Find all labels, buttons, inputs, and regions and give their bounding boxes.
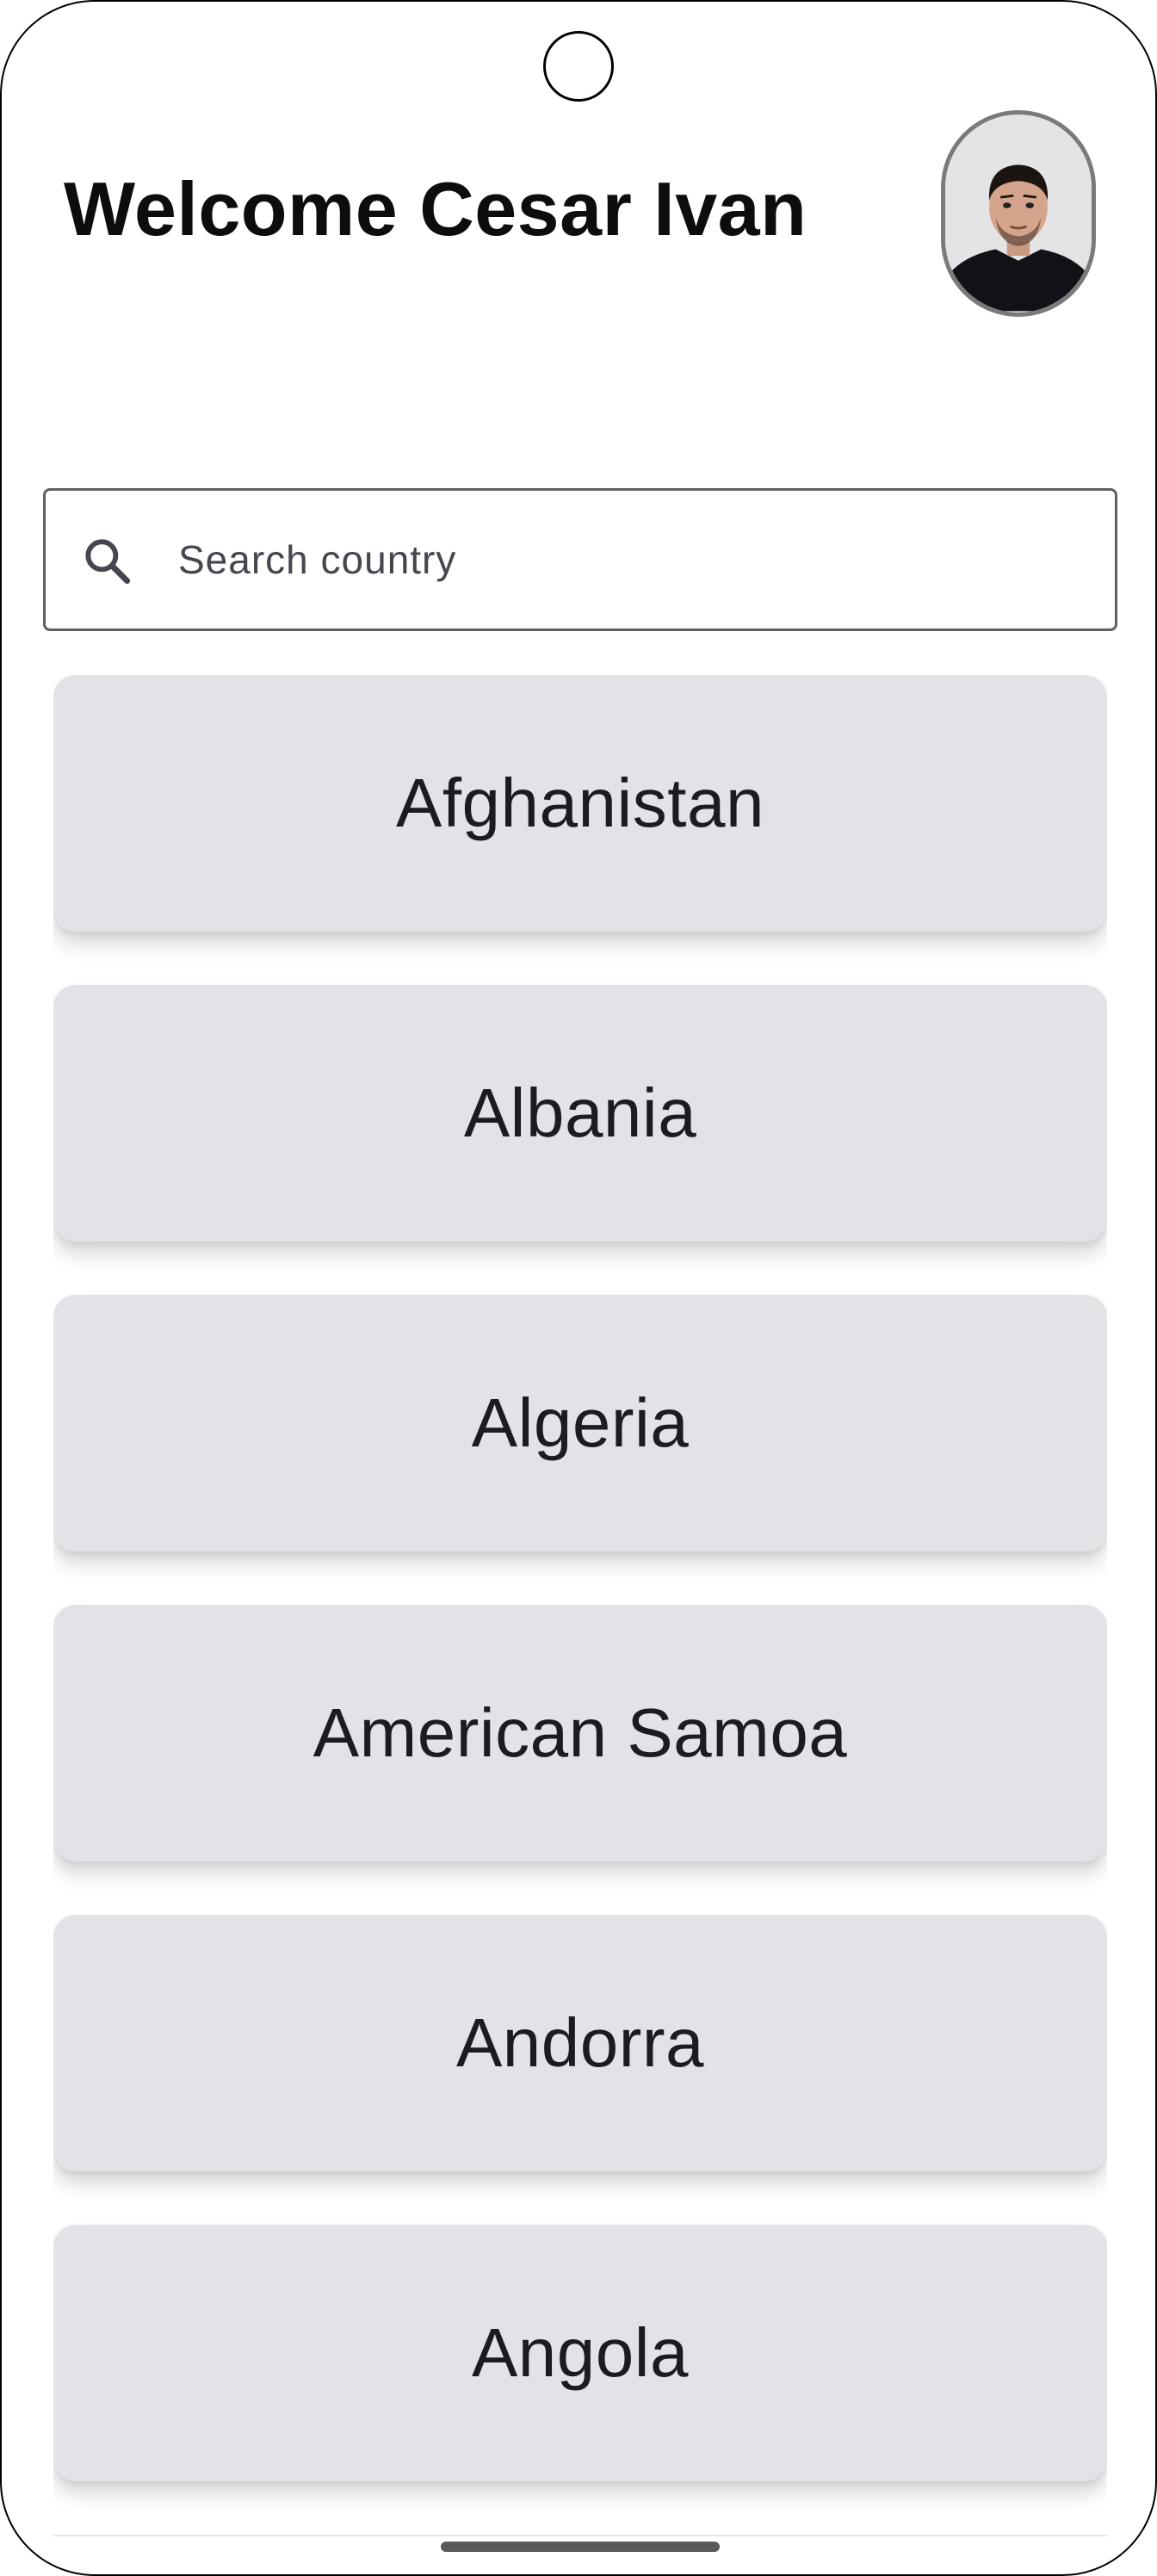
country-card-afghanistan[interactable]: Afghanistan: [53, 675, 1107, 932]
page-title: Welcome Cesar Ivan: [64, 166, 807, 251]
country-list[interactable]: Afghanistan Albania Algeria American Sam…: [53, 675, 1107, 2535]
country-name: American Samoa: [312, 1694, 848, 1771]
user-avatar-photo-icon: [945, 115, 1092, 312]
front-camera: [543, 31, 614, 102]
country-card-american-samoa[interactable]: American Samoa: [53, 1605, 1107, 1861]
country-card-albania[interactable]: Albania: [53, 985, 1107, 1242]
country-name: Algeria: [471, 1384, 690, 1461]
search-input[interactable]: [178, 491, 1091, 629]
home-indicator[interactable]: [441, 2542, 720, 2552]
country-name: Albania: [463, 1074, 697, 1151]
country-card-algeria[interactable]: Algeria: [53, 1295, 1107, 1551]
bottom-divider: [53, 2535, 1107, 2536]
country-name: Andorra: [455, 2004, 705, 2081]
search-field[interactable]: [43, 488, 1117, 631]
search-icon: [85, 539, 131, 585]
avatar[interactable]: [941, 110, 1096, 317]
country-name: Afghanistan: [395, 765, 765, 841]
phone-frame: Welcome Cesar Ivan Afghanistan Albania: [0, 0, 1157, 2576]
country-card-andorra[interactable]: Andorra: [53, 1915, 1107, 2171]
country-card-angola[interactable]: Angola: [53, 2225, 1107, 2481]
country-name: Angola: [471, 2314, 690, 2391]
